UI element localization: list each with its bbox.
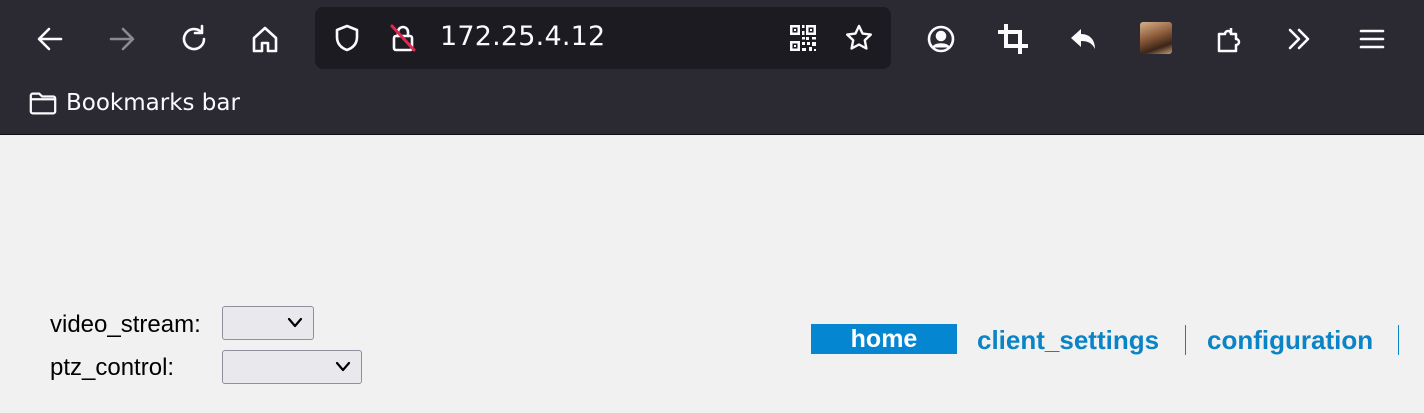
qr-code-icon[interactable] xyxy=(787,22,819,54)
back-arrow-icon xyxy=(37,27,63,51)
overflow-button[interactable] xyxy=(1274,14,1324,64)
browser-toolbar: 172.25.4.12 Bookmarks bar xyxy=(0,0,1424,135)
video-stream-label: video_stream: xyxy=(50,311,201,338)
url-text[interactable]: 172.25.4.12 xyxy=(440,21,605,52)
bookmarks-bar-folder[interactable]: Bookmarks bar xyxy=(28,88,240,118)
menu-button[interactable] xyxy=(1347,14,1397,64)
folder-icon xyxy=(29,92,57,115)
nav-configuration-link[interactable]: configuration xyxy=(1207,324,1373,356)
nav-separator xyxy=(1185,325,1186,355)
video-stream-select[interactable] xyxy=(222,306,314,340)
chevron-down-icon xyxy=(335,361,351,372)
bookmarks-bar-label: Bookmarks bar xyxy=(66,90,240,116)
double-chevron-icon xyxy=(1288,28,1310,50)
crop-button[interactable] xyxy=(988,14,1038,64)
home-button[interactable] xyxy=(240,14,290,64)
nav-client-settings-link[interactable]: client_settings xyxy=(977,324,1159,356)
reply-button[interactable] xyxy=(1059,14,1109,64)
chevron-down-icon xyxy=(287,317,303,328)
reply-arrow-icon xyxy=(1071,29,1095,49)
hamburger-menu-icon xyxy=(1359,29,1385,49)
reload-button[interactable] xyxy=(169,14,219,64)
shield-icon[interactable] xyxy=(331,22,363,54)
ptz-control-label: ptz_control: xyxy=(50,354,175,381)
puzzle-piece-icon xyxy=(1217,28,1241,53)
account-icon xyxy=(927,25,955,53)
nav-home-link[interactable]: home xyxy=(811,324,957,354)
reload-icon xyxy=(182,24,206,51)
url-bar[interactable]: 172.25.4.12 xyxy=(315,7,891,69)
account-button[interactable] xyxy=(916,14,966,64)
insecure-lock-icon[interactable] xyxy=(387,22,419,54)
bookmark-star-icon[interactable] xyxy=(843,22,875,54)
ptz-control-select[interactable] xyxy=(222,350,362,384)
forward-button[interactable] xyxy=(97,14,147,64)
crop-icon xyxy=(998,24,1028,54)
forward-arrow-icon xyxy=(109,27,135,51)
nav-separator xyxy=(1398,325,1399,355)
extension-avatar-icon[interactable] xyxy=(1140,22,1172,54)
extensions-button[interactable] xyxy=(1204,14,1254,64)
home-icon xyxy=(252,26,278,53)
back-button[interactable] xyxy=(25,14,75,64)
